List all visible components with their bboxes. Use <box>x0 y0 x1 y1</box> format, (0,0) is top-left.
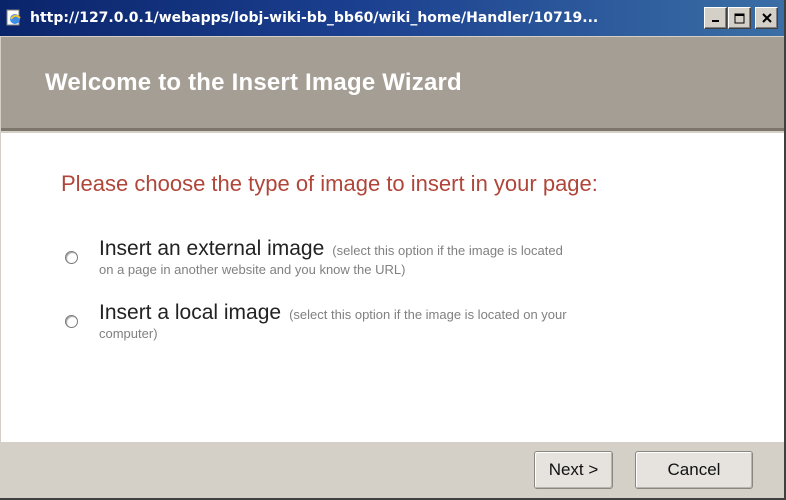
ie-page-icon <box>4 8 24 28</box>
option-hint-continued: computer) <box>99 326 158 341</box>
wizard-content: Please choose the type of image to inser… <box>1 133 784 442</box>
cancel-button[interactable]: Cancel <box>635 451 753 489</box>
option-hint: (select this option if the image is loca… <box>289 307 567 322</box>
maximize-icon <box>734 13 745 23</box>
maximize-button[interactable] <box>728 7 751 29</box>
close-button[interactable] <box>755 7 778 29</box>
option-hint-continued: on a page in another website and you kno… <box>99 262 406 277</box>
option-text: Insert an external image (select this opt… <box>99 237 745 279</box>
prompt-text: Please choose the type of image to inser… <box>61 171 598 196</box>
option-local-image[interactable]: Insert a local image (select this option … <box>65 301 745 343</box>
close-icon <box>761 13 772 23</box>
window-controls <box>704 7 778 29</box>
option-hint: (select this option if the image is loca… <box>332 243 563 258</box>
title-bar[interactable]: http://127.0.0.1/webapps/lobj-wiki-bb_bb… <box>0 0 784 36</box>
radio-local-image[interactable] <box>65 315 78 328</box>
wizard-header: Welcome to the Insert Image Wizard <box>1 37 784 131</box>
window-title: http://127.0.0.1/webapps/lobj-wiki-bb_bb… <box>30 10 599 26</box>
option-text: Insert a local image (select this option … <box>99 301 745 343</box>
wizard-window: http://127.0.0.1/webapps/lobj-wiki-bb_bb… <box>0 0 786 500</box>
option-external-image[interactable]: Insert an external image (select this opt… <box>65 237 745 279</box>
minimize-icon <box>711 20 719 22</box>
wizard-title: Welcome to the Insert Image Wizard <box>45 68 462 96</box>
option-label: Insert a local image <box>99 301 282 324</box>
next-button[interactable]: Next > <box>534 451 613 489</box>
option-label: Insert an external image <box>99 237 325 260</box>
minimize-button[interactable] <box>704 7 727 29</box>
wizard-footer: Next > Cancel <box>1 442 784 498</box>
radio-external-image[interactable] <box>65 251 78 264</box>
